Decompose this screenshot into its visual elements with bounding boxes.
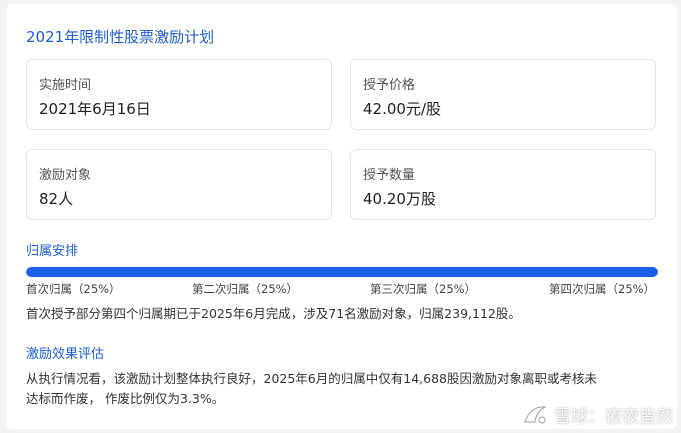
evaluation-text-line-2: 达标而作废， 作废比例仅为3.3%。 [26, 391, 225, 406]
info-card-value: 82人 [39, 190, 74, 208]
info-card-label: 实施时间 [39, 78, 92, 93]
evaluation-text-line-1: 从执行情况看，该激励计划整体执行良好，2025年6月的归属中仅有14,688股因… [26, 371, 598, 386]
info-card-label: 授予价格 [363, 78, 416, 93]
info-card-value: 40.20万股 [363, 190, 436, 208]
vesting-note: 首次授予部分第四个归属期已于2025年6月完成，涉及71名激励对象，归属239,… [26, 306, 521, 321]
vesting-tick-4: 第四次归属（25%） [549, 282, 656, 296]
vesting-progress-bar [26, 267, 658, 277]
vesting-tick-1: 首次归属（25%） [26, 282, 121, 296]
watermark: 雪球：夜夜皆然 [522, 402, 673, 427]
plan-title: 2021年限制性股票激励计划 [26, 28, 215, 46]
info-card-value: 2021年6月16日 [39, 100, 151, 118]
vesting-tick-3: 第三次归属（25%） [370, 282, 477, 296]
vesting-tick-2: 第二次归属（25%） [192, 282, 299, 296]
info-card-start-date: 实施时间 2021年6月16日 [26, 59, 332, 130]
info-card-label: 激励对象 [39, 168, 92, 183]
info-card-value: 42.00元/股 [363, 100, 441, 118]
info-card-grant-quantity: 授予数量 40.20万股 [350, 149, 656, 220]
evaluation-heading: 激励效果评估 [26, 347, 105, 362]
info-card-recipients: 激励对象 82人 [26, 149, 332, 220]
info-card-grant-price: 授予价格 42.00元/股 [350, 59, 656, 130]
plan-card: 2021年限制性股票激励计划 实施时间 2021年6月16日 授予价格 42.0… [6, 4, 677, 429]
snowball-icon [524, 405, 547, 423]
info-card-label: 授予数量 [363, 168, 416, 183]
vesting-heading: 归属安排 [26, 244, 79, 259]
watermark-text: 雪球：夜夜皆然 [554, 407, 673, 427]
vesting-progress-fill [26, 267, 658, 277]
